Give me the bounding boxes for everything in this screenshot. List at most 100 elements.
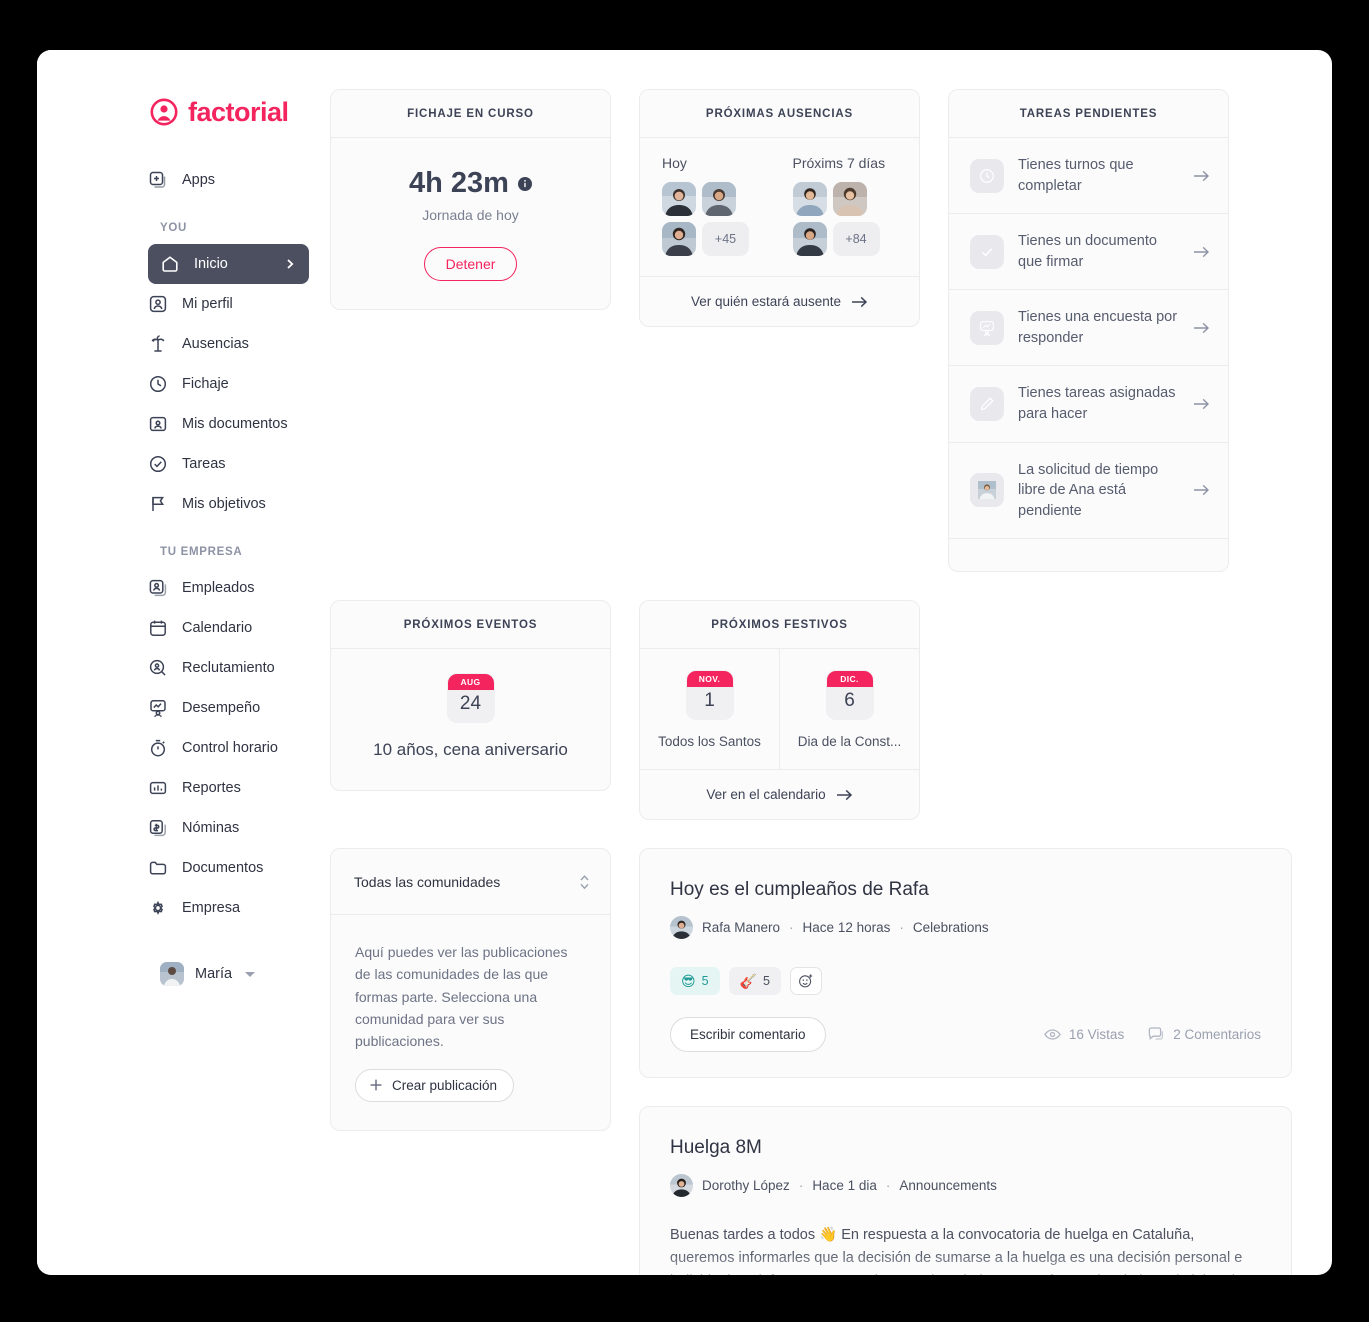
sidebar-item-empleados[interactable]: Empleados: [148, 568, 309, 608]
sidebar-item-mis-objetivos[interactable]: Mis objetivos: [148, 484, 309, 524]
home-icon: [162, 256, 178, 272]
reaction-pill[interactable]: 🎸 5: [728, 967, 781, 996]
clock-time-value: 4h 23m: [409, 167, 509, 199]
stopwatch-icon: [150, 739, 166, 757]
payroll-icon: [149, 820, 166, 837]
reactions-bar: 😎 5 🎸 5: [670, 967, 1261, 996]
sidebar-item-label: Mi perfil: [182, 296, 233, 312]
arrow-right-icon: [1194, 246, 1210, 257]
event-title: 10 años, cena aniversario: [373, 740, 568, 760]
sidebar-item-ausencias[interactable]: Ausencias: [148, 324, 309, 364]
dashboard-row-3: Todas las comunidades Aquí puedes ver la…: [330, 848, 1292, 1275]
pencil-glyph: [980, 397, 994, 411]
avatar[interactable]: [670, 1174, 693, 1198]
sidebar-item-mi-perfil[interactable]: Mi perfil: [148, 284, 309, 324]
avatar[interactable]: [662, 222, 696, 256]
views-count: 16 Vistas: [1068, 1027, 1125, 1043]
sidebar-item-label: Apps: [182, 172, 216, 188]
absences-more-count[interactable]: +84: [832, 222, 880, 256]
sidebar-item-label: Fichaje: [182, 376, 229, 392]
check-circle-icon: [149, 455, 167, 473]
pencil-icon: [970, 387, 1004, 422]
sidebar-item-calendario[interactable]: Calendario: [148, 608, 309, 648]
holiday-item[interactable]: DIC. 6 Dia de la Const...: [779, 649, 919, 770]
task-row-survey[interactable]: Tienes una encuesta por responder: [949, 290, 1228, 367]
flag-icon: [152, 496, 165, 511]
sidebar-item-apps[interactable]: Apps: [148, 160, 309, 200]
avatar-image: [160, 962, 184, 986]
reaction-count: 5: [763, 974, 770, 989]
sidebar-item-documentos[interactable]: Documentos: [148, 848, 309, 888]
avatar[interactable]: [662, 182, 696, 216]
reaction-pill[interactable]: 😎 5: [670, 967, 720, 996]
post-stats: 16 Vistas 2 Comentarios: [1044, 1027, 1261, 1042]
avatar[interactable]: [792, 182, 827, 216]
folder-icon: [149, 861, 167, 875]
absences-more-count[interactable]: +45: [702, 222, 749, 256]
meta-separator: ·: [899, 920, 904, 936]
sidebar-item-reportes[interactable]: Reportes: [148, 768, 309, 808]
sidebar-item-inicio[interactable]: Inicio: [148, 244, 309, 284]
survey-glyph: [980, 321, 994, 337]
stop-clock-button[interactable]: Detener: [423, 246, 518, 281]
arrow-right-icon: [852, 296, 868, 307]
avatar[interactable]: [670, 916, 693, 940]
palm-tree-icon: [151, 335, 165, 352]
post-body-text: Buenas tardes a todos 👋 En respuesta a l…: [670, 1227, 1243, 1275]
avatar-image: [662, 182, 696, 216]
performance-icon: [150, 700, 166, 718]
task-row-assigned-tasks[interactable]: Tienes tareas asignadas para hacer: [949, 366, 1228, 443]
write-comment-button[interactable]: Escribir comentario: [670, 1017, 826, 1053]
reaction-emoji: 😎: [681, 973, 696, 990]
info-icon[interactable]: [517, 176, 532, 191]
calendar-badge-month: NOV.: [686, 671, 733, 688]
sidebar-item-control-horario[interactable]: Control horario: [148, 728, 309, 768]
sidebar-item-mis-documentos[interactable]: Mis documentos: [148, 404, 309, 444]
holidays-footer-link[interactable]: Ver en el calendario: [640, 769, 919, 819]
avatar[interactable]: [792, 222, 827, 256]
sidebar-item-nominas[interactable]: Nóminas: [148, 808, 309, 848]
sidebar-item-empresa[interactable]: Empresa: [148, 888, 309, 928]
calendar-badge-month: DIC.: [826, 671, 873, 688]
card-title: PRÓXIMOS FESTIVOS: [640, 601, 919, 650]
task-row-time-off-request[interactable]: La solicitud de tiempo libre de Ana está…: [949, 443, 1228, 540]
arrow-right-icon: [1194, 322, 1210, 333]
sidebar-user-menu[interactable]: María: [37, 962, 330, 986]
sidebar-item-label: Mis documentos: [182, 416, 288, 432]
calendar-badge-month: AUG: [447, 674, 494, 691]
brand-name: factorial: [188, 96, 289, 127]
absences-footer-link[interactable]: Ver quién estará ausente: [640, 276, 919, 326]
create-post-button[interactable]: Crear publicación: [355, 1068, 515, 1102]
avatar-image: [792, 182, 827, 216]
arrow-right-icon: [1194, 170, 1210, 181]
sidebar-item-tareas[interactable]: Tareas: [148, 444, 309, 484]
apps-icon: [149, 171, 166, 188]
brand-logo[interactable]: factorial: [37, 98, 330, 126]
arrow-right-icon: [1194, 485, 1210, 496]
task-row-document[interactable]: Tienes un documento que firmar: [949, 214, 1228, 291]
sidebar-section-you: YOU: [160, 222, 188, 234]
arrow-right-icon: [836, 789, 852, 801]
avatar[interactable]: [832, 182, 867, 216]
add-reaction-button[interactable]: [789, 967, 822, 996]
meta-separator: ·: [798, 1178, 804, 1194]
holiday-item[interactable]: NOV. 1 Todos los Santos: [640, 649, 779, 769]
holiday-name: Todos los Santos: [658, 734, 761, 750]
post-card-birthday: Hoy es el cumpleaños de Rafa Rafa Manero…: [639, 848, 1292, 1079]
sidebar-item-reclutamiento[interactable]: Reclutamiento: [148, 648, 309, 688]
clock-glyph: [980, 168, 994, 183]
app-window: factorial Apps YOU Inicio Mi perfil Ause…: [37, 50, 1332, 1275]
sidebar-item-desempeno[interactable]: Desempeño: [148, 688, 309, 728]
add-emoji-icon: [799, 974, 813, 988]
post-author: Dorothy López: [702, 1178, 790, 1194]
communities-empty-state: Aquí puedes ver las publicaciones de las…: [331, 915, 610, 1130]
sidebar-item-label: Desempeño: [182, 700, 261, 716]
calendar-badge-day: 6: [844, 690, 855, 712]
community-selector[interactable]: Todas las comunidades: [331, 849, 610, 916]
upcoming-holidays-card: PRÓXIMOS FESTIVOS NOV. 1 Todos los Santo…: [639, 600, 920, 821]
avatar-image: [670, 916, 693, 940]
comment-icon: [1148, 1027, 1164, 1041]
task-row-shifts[interactable]: Tienes turnos que completar: [949, 138, 1228, 215]
avatar[interactable]: [702, 182, 736, 216]
sidebar-item-fichaje[interactable]: Fichaje: [148, 364, 309, 404]
